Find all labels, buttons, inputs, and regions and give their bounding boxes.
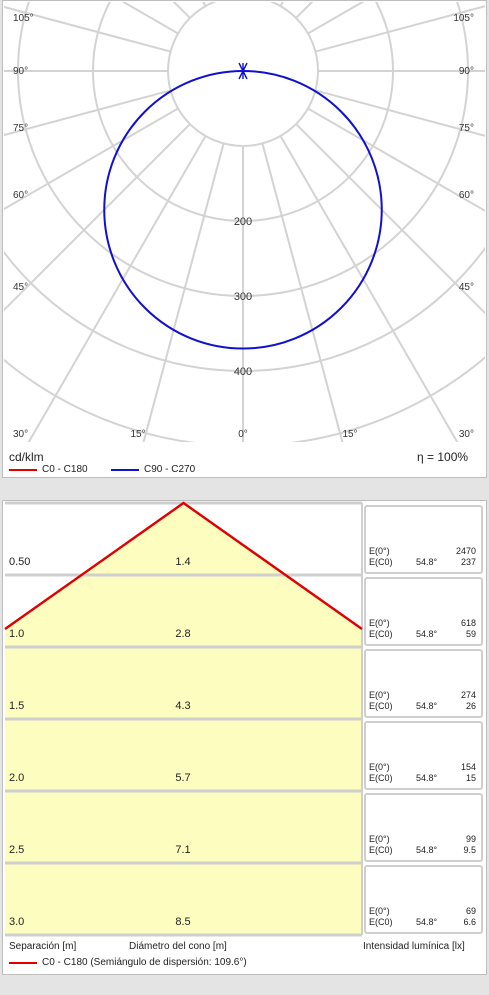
row-separation: 0.50 xyxy=(9,556,30,568)
row-ec0-label: E(C0) xyxy=(369,557,393,567)
row-e0-label: E(0°) xyxy=(369,546,390,556)
row-e0-value: 154 xyxy=(461,762,476,772)
row-separation: 2.0 xyxy=(9,772,24,784)
column-header-intensity: Intensidad lumínica [lx] xyxy=(363,941,465,952)
polar-spoke xyxy=(27,135,207,442)
row-separation: 1.5 xyxy=(9,700,24,712)
row-ec0-label: E(C0) xyxy=(369,629,393,639)
angle-label-right: 90° xyxy=(459,66,474,77)
row-diameter: 4.3 xyxy=(175,700,190,712)
row-diameter: 2.8 xyxy=(175,628,190,640)
legend-label-c90: C90 - C270 xyxy=(144,464,196,475)
cone-diagram-panel: 0.50 1.4 E(0°) 2470 E(C0) 54.8° 237 1.0 2.8 E(0°)… xyxy=(2,500,487,975)
polar-spoke xyxy=(4,89,171,137)
row-ec0-value: 15 xyxy=(466,773,476,783)
row-ec0-value: 6.6 xyxy=(463,917,476,927)
row-ec0-value: 59 xyxy=(466,629,476,639)
legend-swatch-c90 xyxy=(111,468,139,471)
radial-tick-label: 300 xyxy=(234,291,252,303)
row-e0-value: 69 xyxy=(466,906,476,916)
angle-label-left: 60° xyxy=(13,190,28,201)
legend-item-c0: C0 - C180 xyxy=(9,464,88,475)
row-diameter: 1.4 xyxy=(175,556,190,568)
row-e0-value: 274 xyxy=(461,690,476,700)
polar-ring xyxy=(4,246,485,372)
polar-spoke xyxy=(295,123,485,315)
row-ec0-label: E(C0) xyxy=(369,701,393,711)
row-ec0-value: 237 xyxy=(461,557,476,567)
row-e0-value: 99 xyxy=(466,834,476,844)
row-e0-value: 2470 xyxy=(456,546,476,556)
row-e0-label: E(0°) xyxy=(369,834,390,844)
efficiency-label: η = 100% xyxy=(417,450,469,464)
row-angle: 54.8° xyxy=(416,629,438,639)
cone-legend-label: C0 - C180 (Semiángulo de dispersión: 109… xyxy=(42,957,247,968)
row-ec0-label: E(C0) xyxy=(369,845,393,855)
angle-label-right: 30° xyxy=(459,429,474,440)
angle-label-left: 75° xyxy=(13,123,28,134)
angle-label-bottom: 15° xyxy=(342,429,357,440)
unit-label: cd/klm xyxy=(9,450,44,464)
angle-label-left: 30° xyxy=(13,429,28,440)
row-separation: 1.0 xyxy=(9,628,24,640)
row-angle: 54.8° xyxy=(416,557,438,567)
row-ec0-label: E(C0) xyxy=(369,773,393,783)
angle-label-right: 45° xyxy=(459,282,474,293)
polar-spoke xyxy=(142,143,225,442)
row-ec0-value: 9.5 xyxy=(463,845,476,855)
polar-spoke xyxy=(315,5,485,53)
row-e0-label: E(0°) xyxy=(369,906,390,916)
polar-chart: 200 300 400 105° 90° 75° 60° 45° 30° 105° 90° 75° 60… xyxy=(4,2,485,442)
column-header-separation: Separación [m] xyxy=(9,941,77,952)
angle-label-right: 75° xyxy=(459,123,474,134)
angle-label-right: 105° xyxy=(453,13,474,24)
row-ec0-label: E(C0) xyxy=(369,917,393,927)
polar-spoke xyxy=(279,135,459,442)
row-angle: 54.8° xyxy=(416,845,438,855)
polar-spoke xyxy=(4,5,171,53)
column-header-diameter: Diámetro del cono [m] xyxy=(129,941,227,952)
cone-chart: 0.50 1.4 E(0°) 2470 E(C0) 54.8° 237 1.0 2.8 E(0°)… xyxy=(4,501,483,937)
radial-tick-label: 400 xyxy=(234,366,252,378)
angle-label-left: 105° xyxy=(13,13,34,24)
legend-swatch-c0 xyxy=(9,468,37,471)
cone-legend: C0 - C180 (Semiángulo de dispersión: 109… xyxy=(9,957,247,968)
angle-label-right: 60° xyxy=(459,190,474,201)
row-e0-value: 618 xyxy=(461,618,476,628)
row-e0-label: E(0°) xyxy=(369,762,390,772)
legend-item-c90: C90 - C270 xyxy=(111,464,195,475)
radial-tick-label: 200 xyxy=(234,216,252,228)
angle-label-left: 45° xyxy=(13,282,28,293)
polar-spoke xyxy=(4,107,179,211)
row-e0-label: E(0°) xyxy=(369,618,390,628)
row-angle: 54.8° xyxy=(416,773,438,783)
polar-spoke xyxy=(4,123,191,312)
row-diameter: 8.5 xyxy=(175,916,190,928)
row-angle: 54.8° xyxy=(416,917,438,927)
cone-legend-swatch xyxy=(9,961,37,964)
angle-label-bottom: 15° xyxy=(130,429,145,440)
row-separation: 3.0 xyxy=(9,916,24,928)
polar-spoke xyxy=(261,143,344,442)
angle-label-left: 90° xyxy=(13,66,28,77)
legend-label-c0: C0 - C180 xyxy=(42,464,88,475)
row-e0-label: E(0°) xyxy=(369,690,390,700)
row-separation: 2.5 xyxy=(9,844,24,856)
angle-label-bottom: 0° xyxy=(238,429,248,440)
row-diameter: 7.1 xyxy=(175,844,190,856)
row-diameter: 5.7 xyxy=(175,772,190,784)
row-ec0-value: 26 xyxy=(466,701,476,711)
polar-diagram-panel: 200 300 400 105° 90° 75° 60° 45° 30° 105° 90° 75° 60… xyxy=(2,0,487,478)
row-angle: 54.8° xyxy=(416,701,438,711)
